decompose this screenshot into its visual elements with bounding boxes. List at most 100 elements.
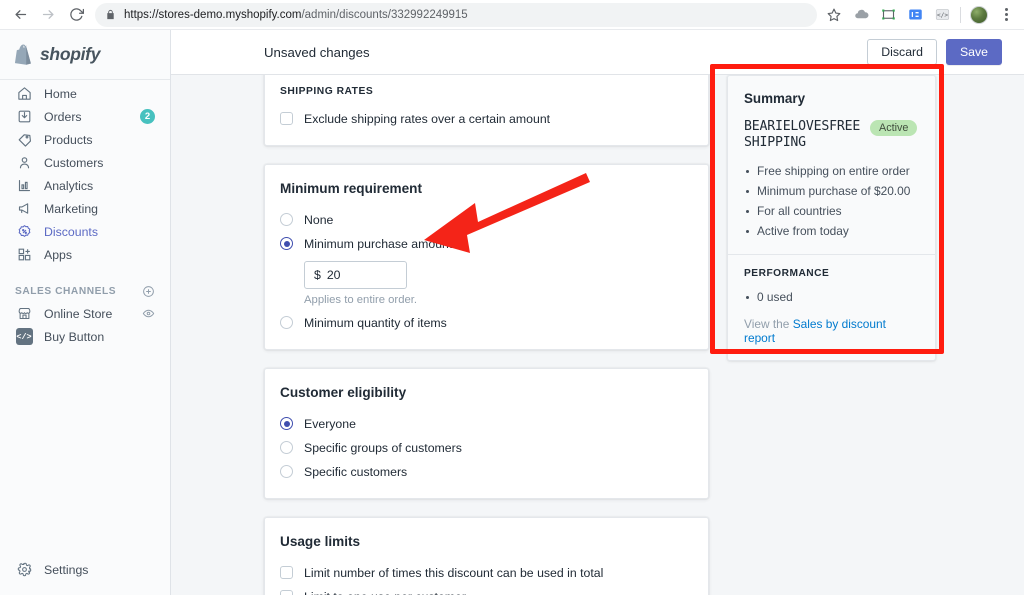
- code-extension-icon[interactable]: </>: [933, 6, 951, 24]
- person-icon: [15, 154, 33, 172]
- minimum-amount-help-text: Applies to entire order.: [304, 294, 418, 306]
- toolbar-divider: [960, 6, 961, 23]
- sales-channels-list: Online Store </> Buy Button: [0, 302, 170, 348]
- lock-icon: [105, 9, 116, 20]
- sidebar-item-products[interactable]: Products: [8, 128, 162, 151]
- currency-prefix: $: [314, 268, 321, 282]
- exclude-shipping-rates-label: Exclude shipping rates over a certain am…: [304, 111, 551, 126]
- status-badge: Active: [870, 120, 918, 136]
- sidebar-item-discounts[interactable]: Discounts: [8, 220, 162, 243]
- label-limit-total-uses: Limit number of times this discount can …: [304, 565, 604, 580]
- usage-limits-title: Usage limits: [280, 534, 361, 549]
- eye-icon[interactable]: [142, 307, 155, 320]
- radio-minimum-quantity-of-items[interactable]: [280, 316, 293, 329]
- eligibility-option-everyone[interactable]: Everyone: [280, 413, 693, 434]
- sales-channels-header: SALES CHANNELS: [0, 280, 170, 302]
- arrow-right-icon: [42, 10, 53, 19]
- usage-limit-per-customer-row[interactable]: Limit to one use per customer: [280, 586, 693, 595]
- exclude-shipping-rates-row[interactable]: Exclude shipping rates over a certain am…: [280, 108, 693, 129]
- minimum-requirement-title: Minimum requirement: [280, 181, 422, 196]
- discount-code: BEARIELOVESFREE SHIPPING: [744, 119, 861, 150]
- address-bar[interactable]: https://stores-demo.myshopify.com/admin/…: [95, 2, 817, 27]
- shipping-rates-heading: SHIPPING RATES: [280, 86, 374, 97]
- bar-chart-icon: [15, 177, 33, 195]
- profile-avatar[interactable]: [970, 5, 988, 24]
- radio-none[interactable]: [280, 213, 293, 226]
- admin-shell: shopify Home Orders 2 Products Customers…: [0, 30, 1024, 595]
- discard-button[interactable]: Discard: [867, 39, 937, 65]
- unsaved-changes-label: Unsaved changes: [264, 44, 370, 60]
- sidebar-item-home[interactable]: Home: [8, 82, 162, 105]
- shopify-wordmark: shopify: [40, 43, 101, 64]
- url-domain: https://stores-demo.myshopify.com: [124, 8, 302, 21]
- main-column: SHIPPING RATES Exclude shipping rates ov…: [264, 75, 709, 595]
- label-minimum-quantity-of-items: Minimum quantity of items: [304, 315, 447, 330]
- radio-specific-customers[interactable]: [280, 465, 293, 478]
- reload-icon: [69, 8, 84, 21]
- sidebar-label-products: Products: [44, 132, 93, 147]
- orders-badge: 2: [140, 109, 155, 124]
- sidebar-divider: [0, 79, 170, 80]
- browser-action-icons: </>: [825, 5, 1024, 24]
- extension-blue-icon[interactable]: [906, 6, 924, 24]
- minimum-purchase-amount-value: 20: [326, 268, 341, 282]
- sidebar-item-online-store[interactable]: Online Store: [8, 302, 162, 325]
- shopify-logo[interactable]: shopify: [0, 38, 170, 70]
- report-link-row: View the Sales by discount report: [744, 317, 919, 345]
- radio-minimum-purchase-amount[interactable]: [280, 237, 293, 250]
- browser-nav-buttons: [0, 2, 89, 28]
- label-limit-one-use-per-customer: Limit to one use per customer: [304, 590, 466, 595]
- forward-button[interactable]: [35, 2, 61, 28]
- contextual-save-bar: Unsaved changes Discard Save: [171, 30, 1024, 75]
- exclude-shipping-rates-checkbox[interactable]: [280, 112, 293, 125]
- code-brackets-icon: </>: [15, 328, 33, 346]
- checkbox-limit-one-use-per-customer[interactable]: [280, 590, 293, 595]
- sidebar-label-home: Home: [44, 86, 77, 101]
- customer-eligibility-title: Customer eligibility: [280, 385, 407, 400]
- save-bar-actions: Discard Save: [867, 39, 1002, 65]
- eligibility-option-specific-groups[interactable]: Specific groups of customers: [280, 437, 693, 458]
- minimum-requirement-option-none[interactable]: None: [280, 209, 693, 230]
- sidebar-item-analytics[interactable]: Analytics: [8, 174, 162, 197]
- sidebar-item-customers[interactable]: Customers: [8, 151, 162, 174]
- back-button[interactable]: [7, 2, 33, 28]
- radio-specific-groups-of-customers[interactable]: [280, 441, 293, 454]
- minimum-requirement-option-quantity[interactable]: Minimum quantity of items: [280, 312, 693, 333]
- orders-inbox-icon: [15, 108, 33, 126]
- performance-heading: PERFORMANCE: [744, 268, 830, 279]
- chrome-menu-icon[interactable]: [997, 6, 1015, 24]
- discount-code-row: BEARIELOVESFREE SHIPPING Active: [744, 119, 919, 151]
- storefront-icon: [15, 305, 33, 323]
- summary-body: Summary BEARIELOVESFREE SHIPPING Active …: [728, 76, 935, 254]
- usage-limit-total-row[interactable]: Limit number of times this discount can …: [280, 562, 693, 583]
- home-icon: [15, 85, 33, 103]
- sidebar-item-settings[interactable]: Settings: [8, 558, 162, 581]
- save-button[interactable]: Save: [945, 39, 1002, 65]
- customer-eligibility-card: Customer eligibility Everyone Specific g…: [264, 368, 709, 499]
- reload-button[interactable]: [63, 2, 89, 28]
- sidebar-item-apps[interactable]: Apps: [8, 243, 162, 266]
- sidebar-nav-list: Home Orders 2 Products Customers Analyti…: [0, 82, 170, 266]
- cloud-save-icon[interactable]: [852, 6, 870, 24]
- checkbox-limit-total-uses[interactable]: [280, 566, 293, 579]
- bookmark-star-icon[interactable]: [825, 6, 843, 24]
- sidebar-item-orders[interactable]: Orders 2: [8, 105, 162, 128]
- sidebar-label-customers: Customers: [44, 155, 104, 170]
- label-specific-groups-of-customers: Specific groups of customers: [304, 440, 462, 455]
- performance-section: PERFORMANCE 0 used View the Sales by dis…: [728, 255, 935, 360]
- minimum-purchase-amount-input[interactable]: $ 20: [304, 261, 407, 289]
- radio-everyone[interactable]: [280, 417, 293, 430]
- label-none: None: [304, 212, 334, 227]
- minimum-requirement-option-purchase-amount[interactable]: Minimum purchase amount: [280, 233, 693, 254]
- eligibility-option-specific-customers[interactable]: Specific customers: [280, 461, 693, 482]
- label-minimum-purchase-amount: Minimum purchase amount: [304, 236, 453, 251]
- minimum-requirement-card: Minimum requirement None Minimum purchas…: [264, 164, 709, 350]
- plus-circle-icon[interactable]: [142, 285, 155, 298]
- tab-strip-edge: [0, 0, 512, 2]
- performance-item: 0 used: [744, 287, 919, 307]
- sidebar-item-buy-button[interactable]: </> Buy Button: [8, 325, 162, 348]
- usage-limits-card: Usage limits Limit number of times this …: [264, 517, 709, 595]
- sidebar-label-orders: Orders: [44, 109, 82, 124]
- sidebar-item-marketing[interactable]: Marketing: [8, 197, 162, 220]
- screenshot-capture-icon[interactable]: [879, 6, 897, 24]
